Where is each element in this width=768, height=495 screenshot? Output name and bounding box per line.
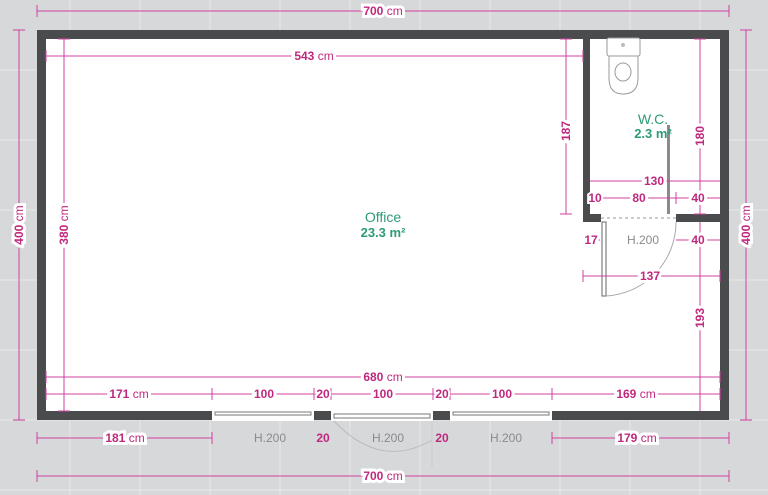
dim-office-width: 543 cm — [294, 49, 333, 63]
dim-wc-40b: 40 — [691, 233, 705, 247]
office-area: 23.3 m² — [361, 225, 406, 240]
dim-wc-187: 187 — [559, 121, 573, 141]
dim-wc-10: 10 — [588, 191, 602, 205]
dim-ext-179: 179 cm — [617, 431, 656, 445]
dim-right-193: 193 — [693, 308, 707, 328]
window-2-height: H.200 — [372, 431, 404, 445]
dim-wc-130: 130 — [644, 174, 664, 188]
dim-right-total: 400 cm — [739, 205, 753, 244]
dim-seg-100c: 100 — [492, 387, 512, 401]
dim-seg-20b: 20 — [435, 387, 449, 401]
dim-seg-100a: 100 — [254, 387, 274, 401]
wc-area: 2.3 m² — [634, 126, 672, 141]
dim-wc-40a: 40 — [691, 191, 705, 205]
window-3-height: H.200 — [490, 431, 522, 445]
dim-office-height: 380 cm — [57, 205, 71, 244]
dim-seg-20a: 20 — [316, 387, 330, 401]
wc-name: W.C. — [638, 111, 668, 127]
dim-top-total: 700 cm — [363, 4, 402, 18]
dim-wc-80: 80 — [632, 191, 646, 205]
window-1-height: H.200 — [254, 431, 286, 445]
window-1 — [212, 410, 314, 421]
dim-seg-171: 171 cm — [109, 387, 148, 401]
window-3 — [450, 410, 552, 421]
dim-seg-169: 169 cm — [616, 387, 655, 401]
office-name: Office — [365, 209, 402, 225]
toilet-icon — [606, 37, 641, 95]
floor-plan: Office 23.3 m² W.C. 2.3 m² 700 cm 700 cm… — [0, 0, 768, 495]
dim-ext-181: 181 cm — [105, 431, 144, 445]
dim-left-total: 400 cm — [12, 205, 26, 244]
dim-seg-100b: 100 — [373, 387, 393, 401]
dim-interior-width: 680 cm — [363, 370, 402, 384]
door-height: H.200 — [627, 233, 659, 247]
dim-bottom-total: 700 cm — [363, 469, 402, 483]
dim-wc-180: 180 — [693, 126, 707, 146]
dim-door-17: 17 — [584, 233, 598, 247]
dim-ext-20a: 20 — [316, 431, 330, 445]
dim-ext-20b: 20 — [435, 431, 449, 445]
dim-door-137: 137 — [640, 269, 660, 283]
